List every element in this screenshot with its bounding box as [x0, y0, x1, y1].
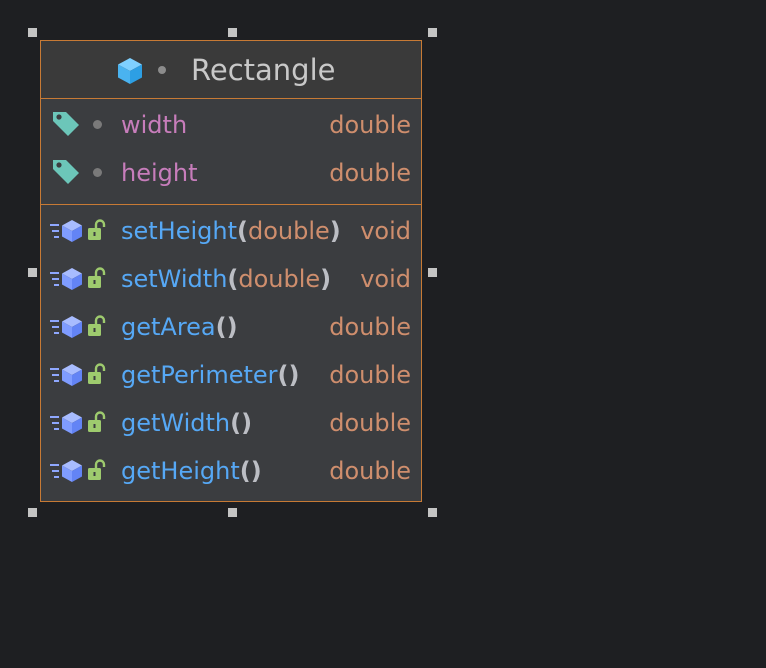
param-type: double — [247, 217, 330, 245]
return-type: void — [360, 217, 411, 245]
method-row[interactable]: getHeight() double — [41, 447, 421, 495]
return-type: double — [329, 313, 411, 341]
class-header: Rectangle — [41, 41, 421, 99]
param-type: double — [238, 265, 321, 293]
field-tag-icon — [53, 112, 79, 136]
return-type: double — [329, 457, 411, 485]
close-paren: ) — [250, 457, 262, 485]
open-paren: ( — [237, 217, 248, 245]
class-cube-icon — [118, 58, 142, 84]
return-type: double — [329, 409, 411, 437]
method-name: getArea — [121, 313, 216, 341]
method-signature: getHeight() — [121, 455, 262, 487]
close-paren: ) — [226, 313, 238, 341]
field-name: width — [121, 111, 188, 139]
close-paren: ) — [320, 265, 332, 293]
method-signature: setWidth(double) — [121, 263, 331, 295]
field-tag-icon — [53, 160, 79, 184]
method-cube-icon — [50, 316, 82, 338]
method-signature: getPerimeter() — [121, 359, 299, 391]
method-cube-icon — [50, 460, 82, 482]
return-type: double — [329, 361, 411, 389]
visibility-dot-icon — [93, 120, 102, 129]
resize-handle-top-right[interactable] — [428, 28, 437, 37]
method-row[interactable]: getWidth() double — [41, 399, 421, 447]
method-name: getPerimeter — [121, 361, 278, 389]
unlocked-padlock-icon — [88, 315, 106, 336]
close-paren: ) — [241, 409, 253, 437]
class-name: Rectangle — [191, 53, 336, 87]
method-row[interactable]: setWidth(double) void — [41, 255, 421, 303]
resize-handle-top-left[interactable] — [28, 28, 37, 37]
field-type: double — [329, 111, 411, 139]
method-cube-icon — [50, 220, 82, 242]
methods-section: setHeight(double) void setWidth(double) … — [41, 205, 421, 501]
fields-section: width double height double — [41, 99, 421, 205]
method-row[interactable]: getPerimeter() double — [41, 351, 421, 399]
resize-handle-top-center[interactable] — [228, 28, 237, 37]
method-name: setHeight — [121, 217, 238, 245]
field-row[interactable]: width double — [41, 101, 421, 149]
visibility-dot-icon — [158, 66, 166, 74]
close-paren: ) — [288, 361, 300, 389]
method-signature: getArea() — [121, 311, 238, 343]
resize-handle-bottom-right[interactable] — [428, 508, 437, 517]
open-paren: ( — [239, 457, 251, 485]
open-paren: ( — [230, 409, 242, 437]
field-row[interactable]: height double — [41, 149, 421, 197]
visibility-dot-icon — [93, 168, 102, 177]
open-paren: ( — [277, 361, 289, 389]
open-paren: ( — [215, 313, 227, 341]
method-name: getWidth — [121, 409, 231, 437]
return-type: void — [360, 265, 411, 293]
unlocked-padlock-icon — [88, 363, 106, 384]
method-signature: getWidth() — [121, 407, 252, 439]
method-name: setWidth — [121, 265, 228, 293]
method-name: getHeight — [121, 457, 240, 485]
unlocked-padlock-icon — [88, 267, 106, 288]
unlocked-padlock-icon — [88, 219, 106, 240]
unlocked-padlock-icon — [88, 411, 106, 432]
method-signature: setHeight(double) — [121, 215, 341, 247]
open-paren: ( — [227, 265, 239, 293]
field-name: height — [121, 159, 198, 187]
method-cube-icon — [50, 412, 82, 434]
close-paren: ) — [329, 217, 341, 245]
resize-handle-bottom-left[interactable] — [28, 508, 37, 517]
resize-handle-middle-right[interactable] — [428, 268, 437, 277]
field-type: double — [329, 159, 411, 187]
resize-handle-middle-left[interactable] — [28, 268, 37, 277]
resize-handle-bottom-center[interactable] — [228, 508, 237, 517]
method-row[interactable]: getArea() double — [41, 303, 421, 351]
method-row[interactable]: setHeight(double) void — [41, 207, 421, 255]
unlocked-padlock-icon — [88, 459, 106, 480]
method-cube-icon — [50, 364, 82, 386]
method-cube-icon — [50, 268, 82, 290]
class-node-rectangle[interactable]: Rectangle width double height double set… — [40, 40, 422, 502]
